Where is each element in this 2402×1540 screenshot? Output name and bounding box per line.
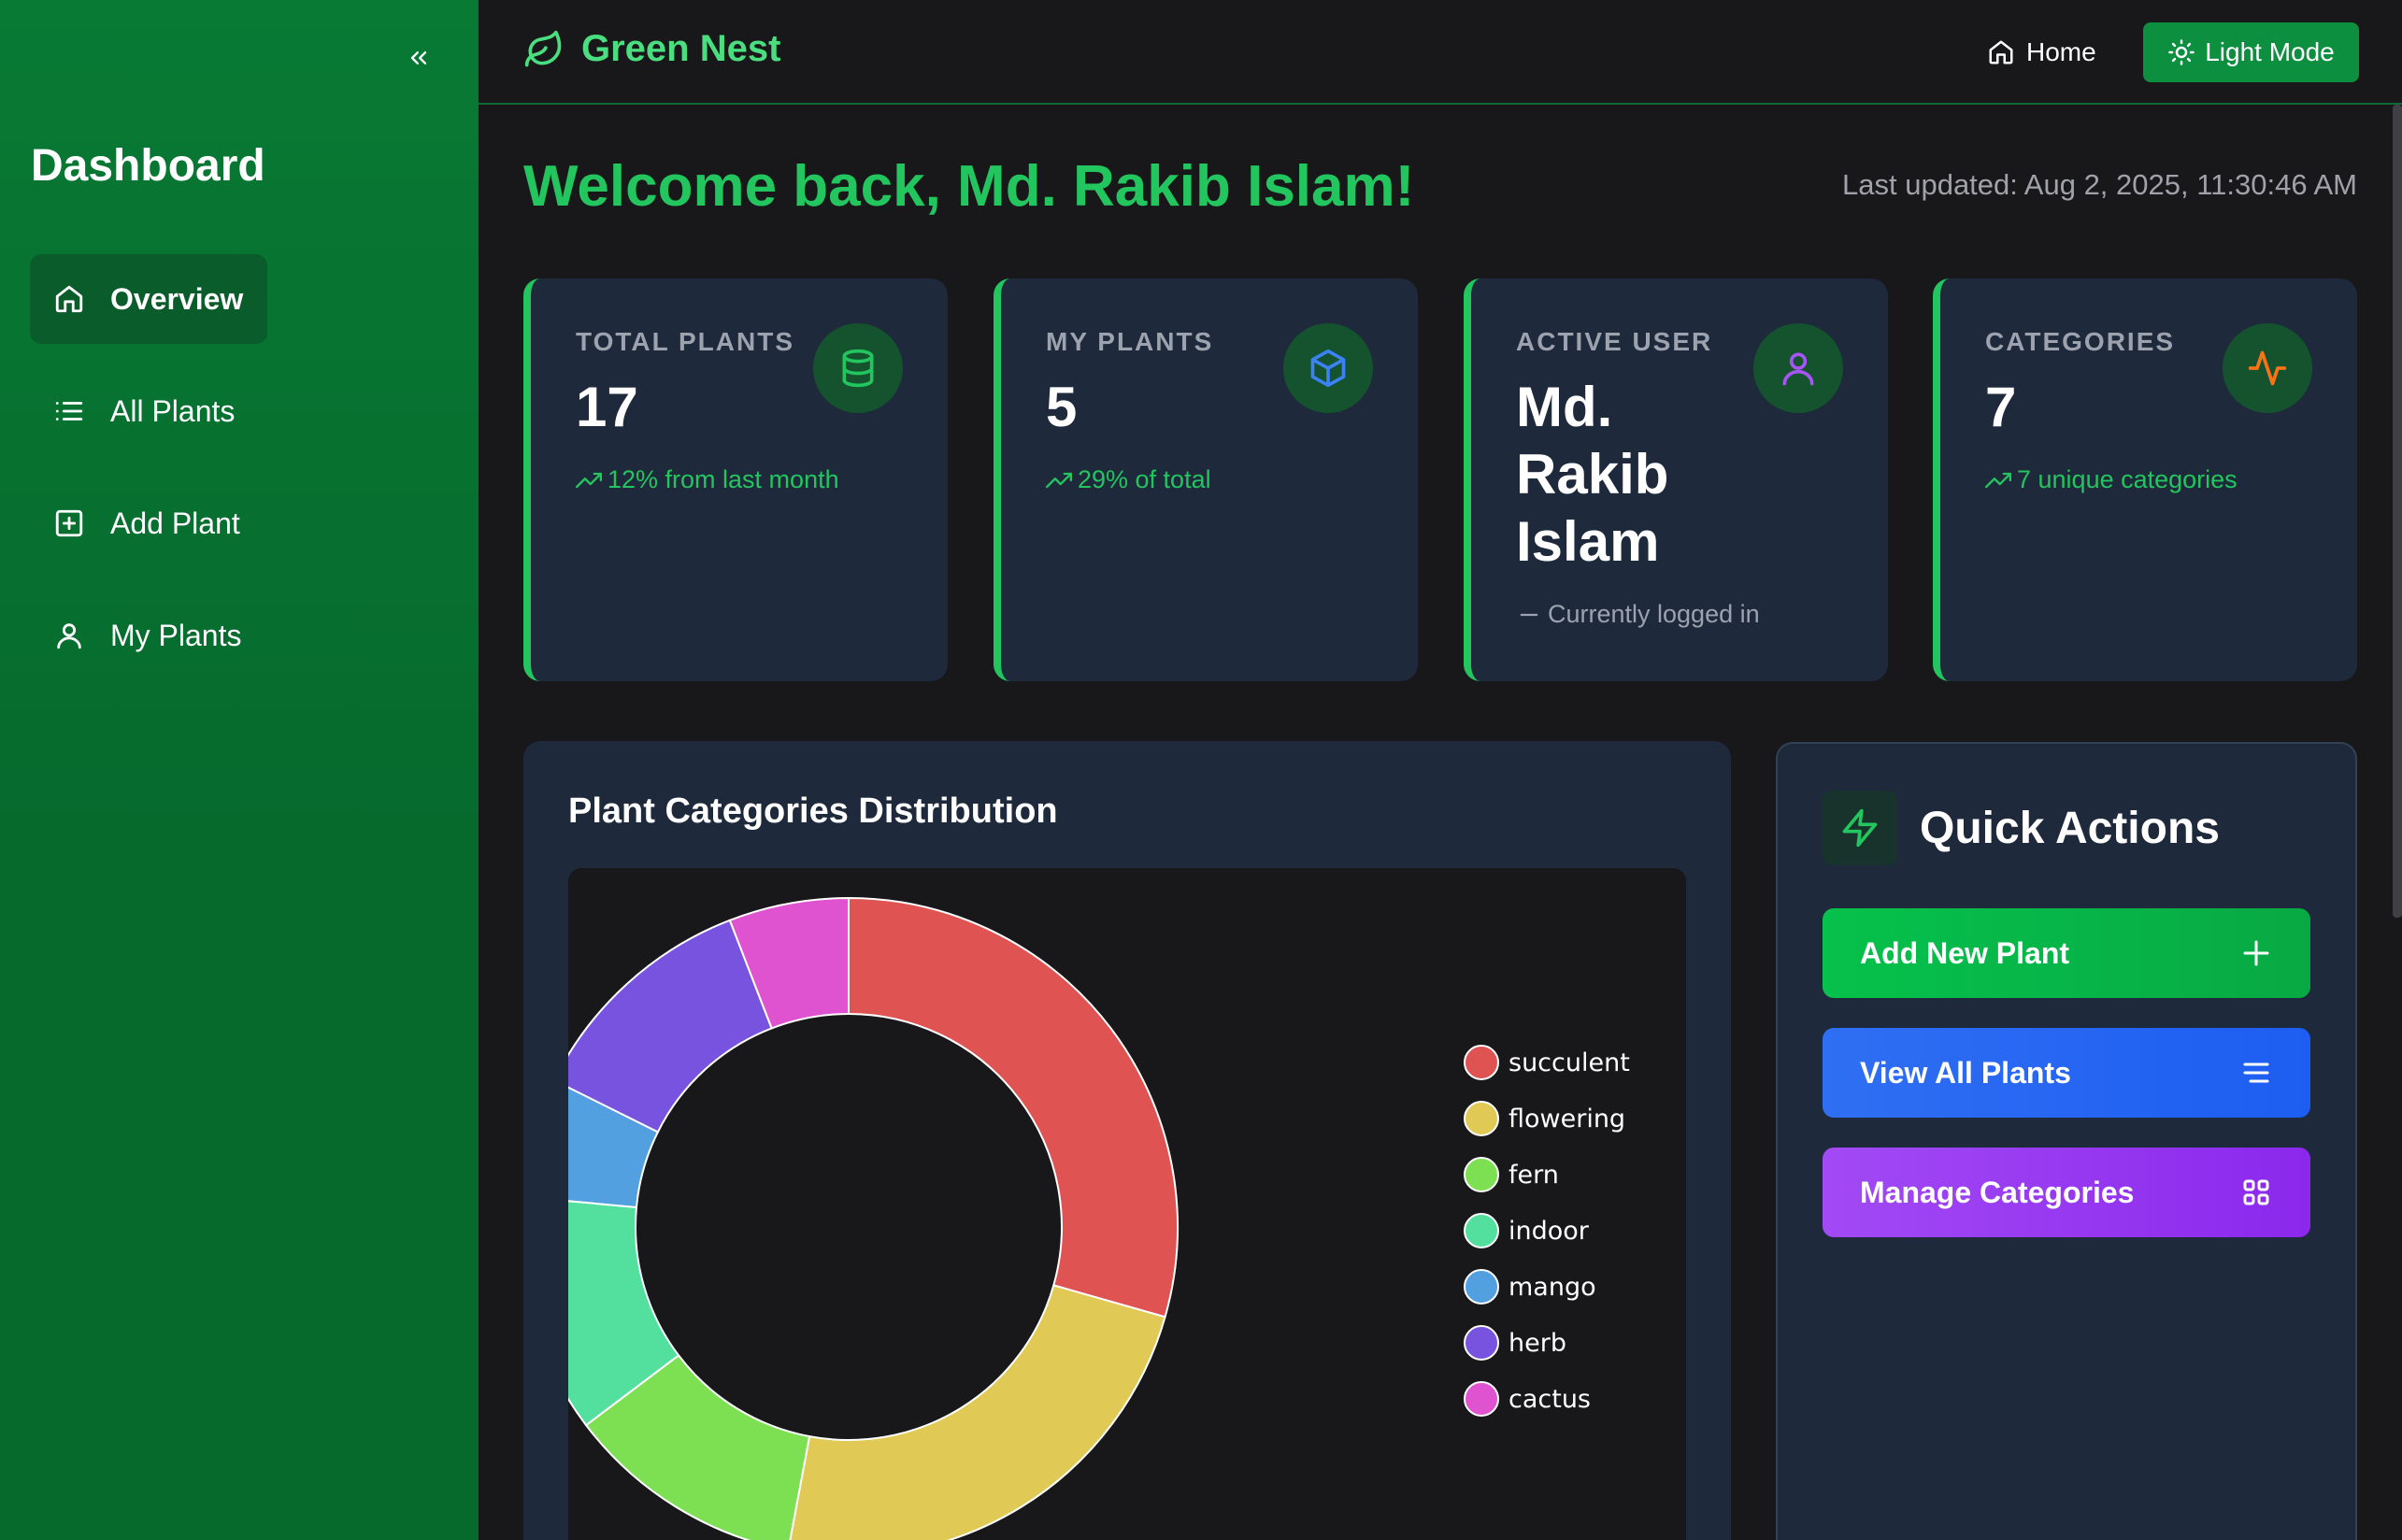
menu-icon	[2243, 1062, 2269, 1083]
plus-square-icon	[52, 506, 86, 540]
light-mode-button[interactable]: Light Mode	[2143, 22, 2359, 82]
stat-status-text: Currently logged in	[1548, 600, 1760, 628]
sidebar-title: Dashboard	[31, 141, 265, 191]
legend-swatch	[1464, 1045, 1499, 1080]
stat-card-my-plants: MY PLANTS 5 29% of total	[994, 278, 1418, 681]
lightning-icon	[1823, 791, 1897, 865]
sidebar-item-label: Overview	[110, 281, 244, 316]
sidebar-item-label: All Plants	[110, 393, 236, 428]
legend-item-mango[interactable]: mango	[1464, 1259, 1630, 1315]
sidebar-item-my-plants[interactable]: My Plants	[30, 591, 265, 680]
stat-label: TOTAL PLANTS	[576, 327, 794, 356]
stat-label: MY PLANTS	[1046, 327, 1214, 356]
user-icon	[1753, 323, 1843, 413]
chart-area: succulent flowering fern indoor mango herb cac…	[568, 868, 1686, 1540]
slice-succulent[interactable]	[848, 896, 1179, 1319]
sidebar: Dashboard Overview All Plants Add Plant …	[0, 0, 479, 1540]
home-icon	[52, 282, 86, 316]
stat-value: 5	[1046, 376, 1078, 438]
slice-flowering[interactable]	[788, 1284, 1166, 1540]
legend-label: herb	[1508, 1328, 1566, 1358]
cube-icon	[1283, 323, 1373, 413]
legend-item-herb[interactable]: herb	[1464, 1315, 1630, 1371]
legend-label: flowering	[1508, 1104, 1626, 1134]
home-icon	[1989, 40, 2013, 64]
home-link[interactable]: Home	[1987, 30, 2096, 75]
legend-label: indoor	[1508, 1216, 1589, 1246]
button-label: Manage Categories	[1860, 1175, 2135, 1209]
legend-swatch	[1464, 1157, 1499, 1192]
button-label: Add New Plant	[1860, 935, 2070, 970]
legend-item-succulent[interactable]: succulent	[1464, 1034, 1630, 1091]
activity-icon	[2223, 323, 2312, 413]
button-label: View All Plants	[1860, 1055, 2071, 1090]
chevrons-left-icon	[410, 51, 427, 65]
sidebar-item-add-plant[interactable]: Add Plant	[30, 478, 265, 568]
minus-icon	[1520, 613, 1538, 616]
brand-name: Green Nest	[581, 28, 781, 69]
quick-actions-title: Quick Actions	[1920, 803, 2220, 853]
stat-trend-text: 12% from last month	[608, 465, 839, 493]
trending-up-icon	[1046, 472, 1072, 488]
plus-icon	[2243, 940, 2269, 966]
stat-card-total-plants: TOTAL PLANTS 17 12% from last month	[523, 278, 948, 681]
welcome-heading: Welcome back, Md. Rakib Islam!	[523, 154, 1415, 219]
trending-up-icon	[1985, 472, 2011, 488]
stat-status: Currently logged in	[1516, 600, 1760, 629]
quick-actions-header: Quick Actions	[1823, 791, 2220, 865]
legend-swatch	[1464, 1213, 1499, 1248]
stat-trend-text: 29% of total	[1078, 465, 1211, 493]
grid-icon	[2243, 1179, 2269, 1205]
legend-swatch	[1464, 1269, 1499, 1305]
collapse-sidebar-button[interactable]	[398, 37, 439, 78]
legend-label: succulent	[1508, 1048, 1630, 1077]
legend-item-flowering[interactable]: flowering	[1464, 1091, 1630, 1147]
chart-title: Plant Categories Distribution	[568, 791, 1058, 831]
sidebar-item-overview[interactable]: Overview	[30, 254, 268, 344]
stat-label: ACTIVE USER	[1516, 327, 1713, 356]
stat-value: 7	[1985, 376, 2017, 438]
chart-legend: succulent flowering fern indoor mango herb cac…	[1464, 1034, 1630, 1427]
stat-trend: 12% from last month	[576, 465, 839, 494]
trending-up-icon	[576, 472, 602, 488]
sidebar-item-label: Add Plant	[110, 506, 240, 540]
user-icon	[52, 619, 86, 652]
legend-item-cactus[interactable]: cactus	[1464, 1371, 1630, 1427]
sidebar-item-label: My Plants	[110, 618, 242, 652]
legend-item-indoor[interactable]: indoor	[1464, 1203, 1630, 1259]
sidebar-item-all-plants[interactable]: All Plants	[30, 366, 259, 456]
legend-swatch	[1464, 1325, 1499, 1361]
legend-swatch	[1464, 1381, 1499, 1417]
light-mode-label: Light Mode	[2205, 37, 2335, 66]
legend-label: mango	[1508, 1272, 1596, 1302]
quick-actions-panel: Quick Actions Add New Plant View All Pla…	[1776, 742, 2357, 1540]
brand[interactable]: Green Nest	[523, 28, 780, 70]
manage-categories-button[interactable]: Manage Categories	[1823, 1148, 2310, 1237]
stat-card-active-user: ACTIVE USER Md. Rakib Islam Currently lo…	[1464, 278, 1888, 681]
legend-swatch	[1464, 1101, 1499, 1136]
top-navbar: Green Nest Home Light Mode	[479, 0, 2402, 105]
legend-label: fern	[1508, 1160, 1559, 1190]
database-icon	[813, 323, 903, 413]
stat-trend-text: 7 unique categories	[2017, 465, 2238, 493]
page-scrollbar[interactable]	[2393, 105, 2402, 918]
legend-label: cactus	[1508, 1384, 1592, 1414]
chart-panel: Plant Categories Distribution succulent f…	[523, 741, 1731, 1540]
stat-card-categories: CATEGORIES 7 7 unique categories	[1933, 278, 2357, 681]
home-link-label: Home	[2026, 37, 2096, 66]
leaf-icon	[524, 30, 562, 66]
stat-trend: 29% of total	[1046, 465, 1211, 494]
stat-trend: 7 unique categories	[1985, 465, 2238, 494]
stat-value: Md. Rakib Islam	[1516, 376, 1669, 573]
last-updated: Last updated: Aug 2, 2025, 11:30:46 AM	[1842, 168, 2357, 201]
stat-label: CATEGORIES	[1985, 327, 2176, 356]
list-icon	[52, 394, 86, 428]
add-new-plant-button[interactable]: Add New Plant	[1823, 908, 2310, 998]
legend-item-fern[interactable]: fern	[1464, 1147, 1630, 1203]
view-all-plants-button[interactable]: View All Plants	[1823, 1028, 2310, 1118]
sun-icon	[2168, 39, 2195, 65]
stat-value: 17	[576, 376, 638, 438]
